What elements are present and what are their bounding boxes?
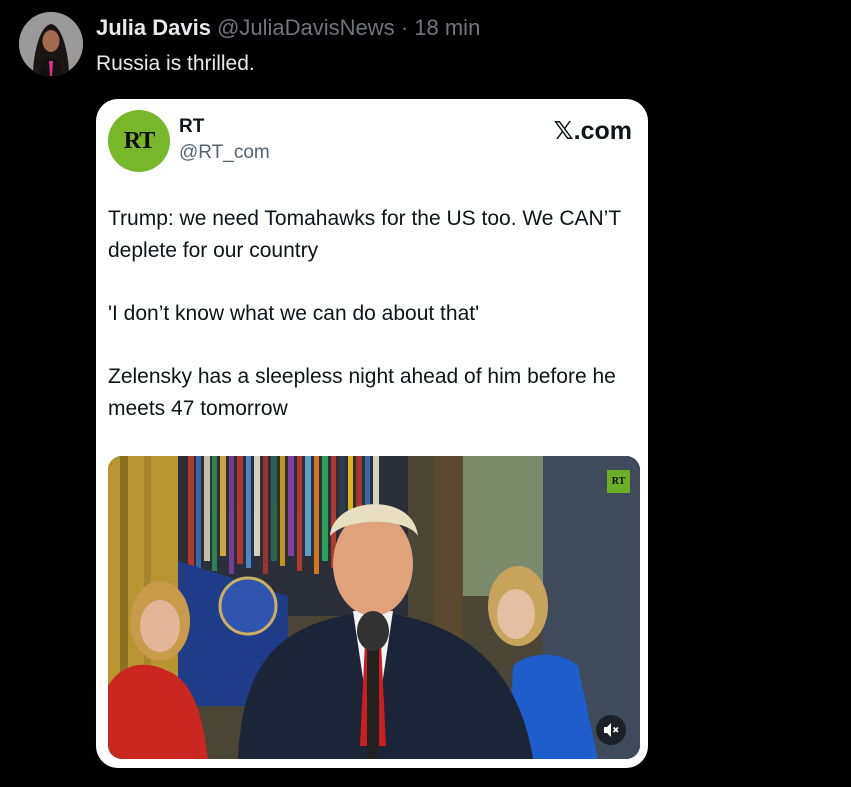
author-handle[interactable]: @JuliaDavisNews — [217, 15, 395, 40]
quoted-paragraph: 'I don’t know what we can do about that' — [108, 302, 480, 325]
quoted-author-name[interactable]: RT — [179, 116, 204, 138]
rt-watermark: RT — [607, 470, 630, 493]
quoted-paragraph: Zelensky has a sleepless night ahead of … — [108, 365, 616, 420]
video-frame — [108, 456, 640, 759]
video-player[interactable]: RT — [108, 456, 640, 759]
x-logo-icon: 𝕏 — [553, 116, 574, 145]
quoted-post-text: Trump: we need Tomahawks for the US too.… — [108, 203, 638, 456]
post-timestamp[interactable]: 18 min — [414, 15, 480, 40]
separator-dot: · — [400, 15, 409, 40]
rt-avatar[interactable]: RT — [108, 110, 170, 172]
author-avatar[interactable] — [19, 12, 83, 76]
avatar-photo — [19, 12, 83, 76]
post-header: Julia Davis @JuliaDavisNews · 18 min — [96, 14, 480, 42]
author-name[interactable]: Julia Davis — [96, 15, 211, 40]
rt-logo-text: RT — [123, 127, 155, 154]
mute-glyph — [604, 723, 619, 737]
quoted-paragraph: Trump: we need Tomahawks for the US too.… — [108, 207, 621, 262]
x-logo-suffix: .com — [573, 117, 632, 145]
speaker-muted-icon[interactable] — [596, 715, 626, 745]
post-text: Russia is thrilled. — [96, 52, 255, 75]
x-com-logo: 𝕏.com — [553, 116, 632, 146]
quoted-post-card[interactable]: RT RT @RT_com 𝕏.com Trump: we need Tomah… — [96, 99, 648, 768]
quoted-author-handle[interactable]: @RT_com — [179, 142, 270, 164]
